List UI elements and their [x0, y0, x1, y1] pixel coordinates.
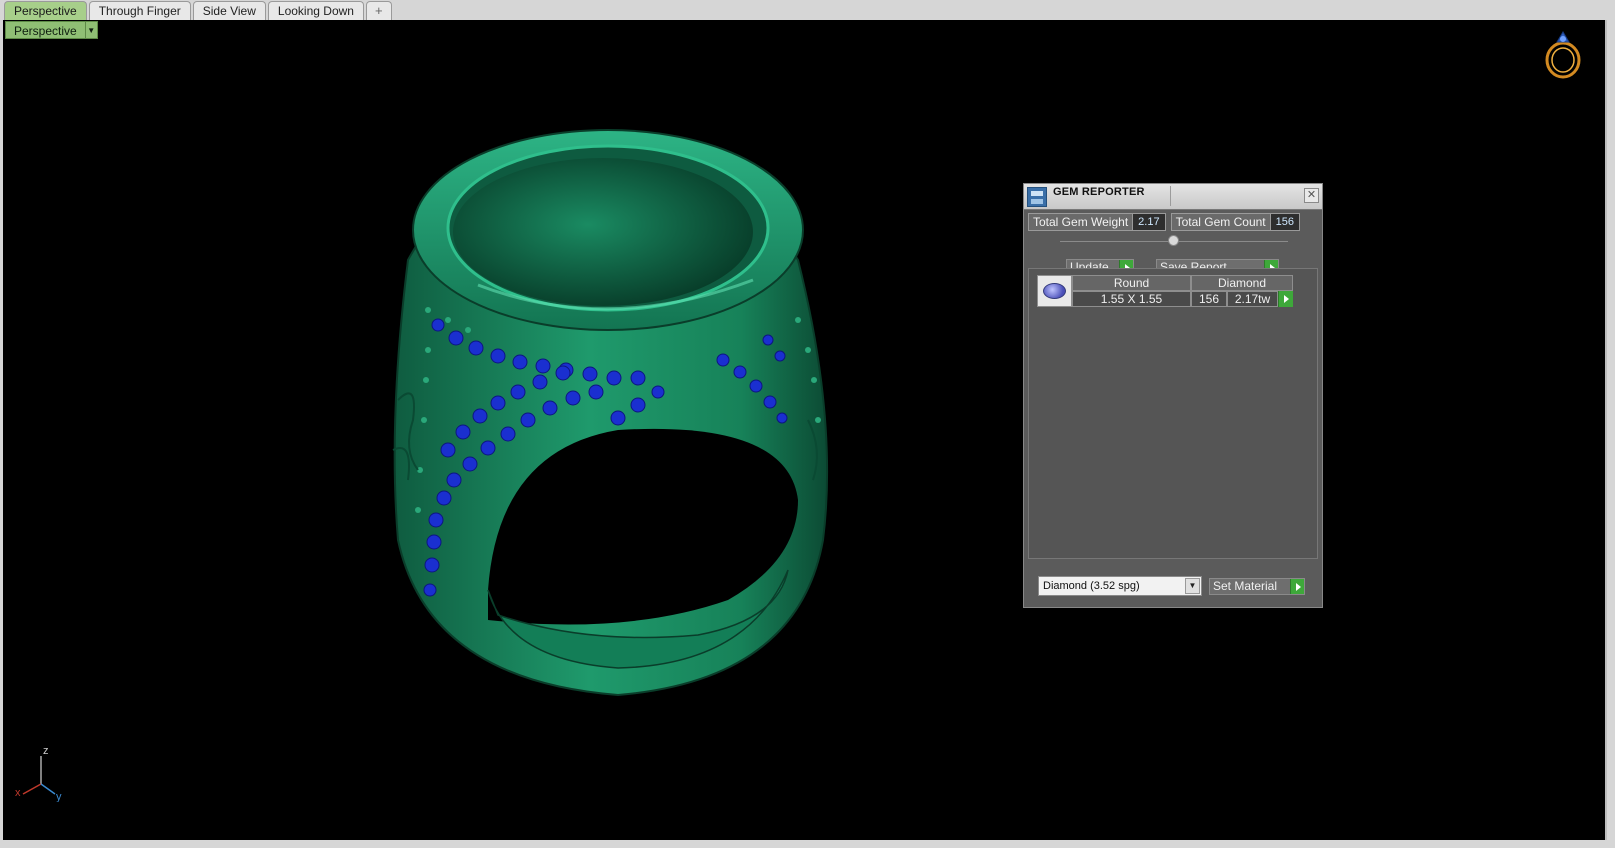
- total-gem-weight-label: Total Gem Weight: [1033, 215, 1129, 229]
- app-window: Perspective Through Finger Side View Loo…: [0, 0, 1615, 848]
- close-icon[interactable]: ✕: [1304, 188, 1319, 203]
- chevron-down-icon[interactable]: ▼: [1185, 578, 1200, 594]
- gem-totals-row: Total Gem Weight 2.17 Total Gem Count 15…: [1028, 213, 1305, 231]
- round-gem-thumbnail-icon: [1037, 275, 1072, 307]
- play-arrow-icon[interactable]: [1290, 579, 1304, 594]
- gem-material: Diamond: [1191, 275, 1293, 291]
- axis-label-y: y: [56, 791, 62, 802]
- axis-label-x: x: [15, 787, 21, 799]
- set-material-button-label: Set Material: [1213, 579, 1278, 593]
- ring-model[interactable]: [368, 120, 848, 720]
- total-gem-weight-value: 2.17: [1132, 214, 1165, 230]
- total-gem-count: Total Gem Count 156: [1170, 213, 1300, 231]
- gem-reporter-titlebar[interactable]: GEM REPORTER ✕: [1024, 184, 1322, 210]
- tab-perspective[interactable]: Perspective: [4, 1, 87, 20]
- list-item[interactable]: Round Diamond 1.55 X 1.55 156 2.17tw: [1037, 275, 1293, 307]
- view-selector-label[interactable]: Perspective: [5, 21, 86, 39]
- tab-side-view[interactable]: Side View: [192, 1, 266, 20]
- play-arrow-icon[interactable]: [1278, 291, 1293, 307]
- add-view-tab-button[interactable]: +: [365, 1, 392, 20]
- gem-size: 1.55 X 1.55: [1072, 291, 1191, 307]
- view-selector[interactable]: Perspective ▼: [5, 21, 98, 39]
- axis-triad-icon: z x y: [15, 745, 62, 802]
- total-gem-count-value: 156: [1269, 214, 1299, 230]
- gem-shape: Round: [1072, 275, 1191, 291]
- gem-count: 156: [1191, 291, 1227, 307]
- gem-list[interactable]: Round Diamond 1.55 X 1.55 156 2.17tw: [1028, 268, 1318, 559]
- set-material-button[interactable]: Set Material: [1209, 578, 1305, 595]
- material-select[interactable]: Diamond (3.52 spg) ▼: [1038, 576, 1202, 596]
- 3d-viewport[interactable]: Perspective ▼ z x y: [3, 20, 1607, 840]
- total-gem-count-label: Total Gem Count: [1175, 215, 1266, 229]
- gem-reporter-title: GEM REPORTER: [1053, 186, 1145, 198]
- axis-label-z: z: [43, 745, 49, 757]
- gem-weight: 2.17tw: [1227, 291, 1278, 307]
- chevron-down-icon[interactable]: ▼: [85, 21, 98, 39]
- view-tab-strip: Perspective Through Finger Side View Loo…: [0, 0, 1615, 20]
- tab-looking-down[interactable]: Looking Down: [267, 1, 364, 20]
- total-gem-weight: Total Gem Weight 2.17: [1028, 213, 1166, 231]
- gem-reporter-icon: [1027, 187, 1047, 207]
- tab-through-finger[interactable]: Through Finger: [88, 1, 191, 20]
- ring-logo-icon: [1545, 31, 1581, 79]
- material-select-value: Diamond (3.52 spg): [1043, 580, 1140, 592]
- gem-reporter-panel: GEM REPORTER ✕ Total Gem Weight 2.17 Tot…: [1023, 183, 1323, 608]
- divider-handle[interactable]: [1168, 235, 1179, 246]
- titlebar-divider: [1170, 186, 1171, 206]
